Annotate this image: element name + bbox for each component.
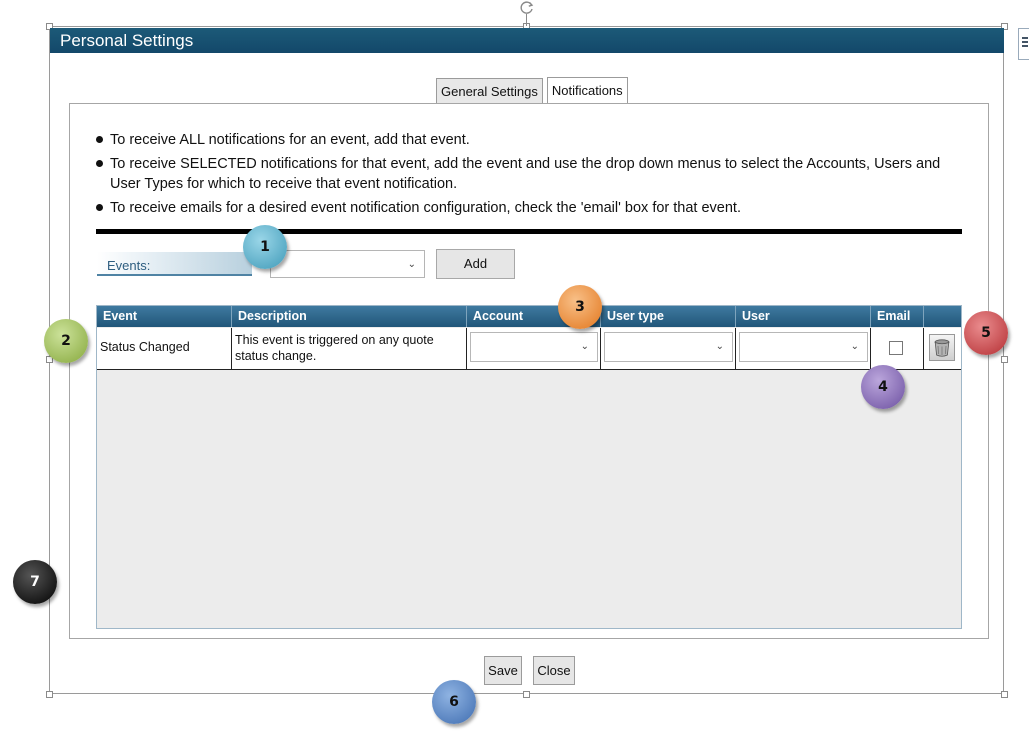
- instructions-list: To receive ALL notifications for an even…: [96, 130, 956, 222]
- dialog-title: Personal Settings: [50, 28, 1004, 53]
- bullet-icon: [96, 160, 103, 167]
- events-select[interactable]: ⌄: [270, 250, 425, 278]
- close-button[interactable]: Close: [533, 656, 575, 685]
- callout-6: 6: [432, 680, 476, 724]
- bullet-icon: [96, 136, 103, 143]
- resize-handle-bottom[interactable]: [523, 691, 530, 698]
- callout-7: 7: [13, 560, 57, 604]
- cell-actions: [924, 328, 961, 369]
- column-header-description[interactable]: Description: [232, 306, 467, 327]
- column-header-user-type[interactable]: User type: [601, 306, 736, 327]
- callout-2: 2: [44, 319, 88, 363]
- resize-handle-right[interactable]: [1001, 356, 1008, 363]
- chevron-down-icon: ⌄: [580, 341, 589, 352]
- instruction-text: To receive SELECTED notifications for th…: [110, 156, 941, 192]
- trash-can-icon: [934, 339, 950, 357]
- panel-toggle-icon[interactable]: [1018, 28, 1029, 60]
- callout-5: 5: [964, 311, 1008, 355]
- instruction-item: To receive emails for a desired event no…: [96, 198, 956, 218]
- user-select[interactable]: ⌄: [739, 332, 868, 362]
- email-checkbox[interactable]: [889, 341, 903, 355]
- instruction-text: To receive emails for a desired event no…: [110, 200, 741, 216]
- resize-handle-bottom-left[interactable]: [46, 691, 53, 698]
- section-divider: [96, 229, 962, 234]
- column-header-user[interactable]: User: [736, 306, 871, 327]
- cell-event: Status Changed: [97, 328, 232, 369]
- tab-strip: General Settings Notifications: [436, 77, 628, 105]
- events-label: Events:: [97, 252, 252, 276]
- instruction-item: To receive SELECTED notifications for th…: [96, 154, 956, 194]
- add-event-button[interactable]: Add: [436, 249, 515, 279]
- column-header-event[interactable]: Event: [97, 306, 232, 327]
- cell-email: [871, 328, 924, 369]
- cell-user-type: ⌄: [601, 328, 736, 369]
- callout-1: 1: [243, 225, 287, 269]
- instruction-text: To receive ALL notifications for an even…: [110, 132, 470, 148]
- chevron-down-icon: ⌄: [715, 341, 724, 352]
- save-button[interactable]: Save: [484, 656, 522, 685]
- rotate-icon[interactable]: [519, 0, 535, 16]
- instruction-item: To receive ALL notifications for an even…: [96, 130, 956, 150]
- account-select[interactable]: ⌄: [470, 332, 598, 362]
- grid-header: Event Description Account User type User…: [97, 306, 961, 327]
- resize-handle-bottom-right[interactable]: [1001, 691, 1008, 698]
- cell-description: This event is triggered on any quote sta…: [232, 328, 467, 369]
- callout-4: 4: [861, 365, 905, 409]
- cell-account: ⌄: [467, 328, 601, 369]
- chevron-down-icon: ⌄: [407, 259, 416, 270]
- chevron-down-icon: ⌄: [850, 341, 859, 352]
- column-header-email[interactable]: Email: [871, 306, 924, 327]
- column-header-actions: [924, 306, 961, 327]
- bullet-icon: [96, 204, 103, 211]
- tab-general-settings[interactable]: General Settings: [436, 78, 543, 104]
- user-type-select[interactable]: ⌄: [604, 332, 733, 362]
- cell-user: ⌄: [736, 328, 871, 369]
- callout-3: 3: [558, 285, 602, 329]
- tab-notifications[interactable]: Notifications: [546, 77, 628, 104]
- table-row: Status Changed This event is triggered o…: [97, 328, 961, 370]
- delete-row-button[interactable]: [929, 334, 955, 361]
- events-grid: Event Description Account User type User…: [96, 305, 962, 629]
